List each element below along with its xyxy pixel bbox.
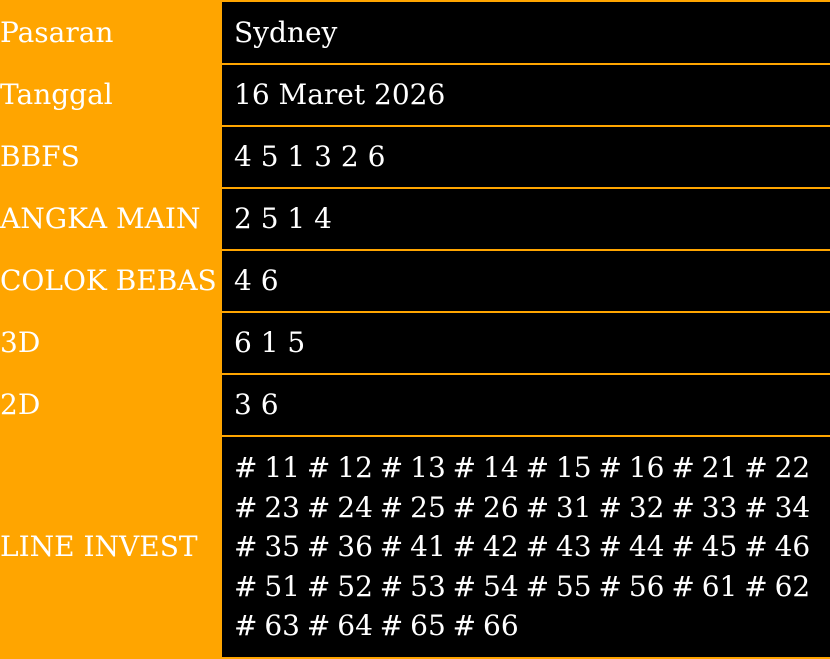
table-row-line-invest: LINE INVEST # 11 # 12 # 13 # 14 # 15 # 1… (0, 435, 830, 657)
value-line-invest: # 11 # 12 # 13 # 14 # 15 # 16 # 21 # 22 … (220, 435, 830, 657)
value-angka-main: 2 5 1 4 (220, 187, 830, 250)
table-row-2d: 2D 3 6 (0, 373, 830, 436)
label-2d: 2D (0, 374, 221, 436)
label-angka-main: ANGKA MAIN (0, 188, 221, 250)
value-bbfs: 4 5 1 3 2 6 (220, 125, 830, 188)
label-bbfs: BBFS (0, 126, 221, 188)
prediction-sheet: Pasaran Sydney Tanggal 16 Maret 2026 BBF… (0, 0, 830, 659)
table-row-colok-bebas: COLOK BEBAS 4 6 (0, 249, 830, 312)
label-line-invest: LINE INVEST (0, 436, 221, 657)
value-tanggal: 16 Maret 2026 (220, 63, 830, 126)
table-row-pasaran: Pasaran Sydney (0, 2, 830, 64)
value-colok-bebas: 4 6 (220, 249, 830, 312)
prediction-table: Pasaran Sydney Tanggal 16 Maret 2026 BBF… (0, 2, 830, 657)
label-tanggal: Tanggal (0, 64, 221, 126)
value-2d: 3 6 (220, 373, 830, 436)
value-pasaran: Sydney (220, 2, 830, 64)
label-3d: 3D (0, 312, 221, 374)
label-pasaran: Pasaran (0, 2, 221, 64)
label-colok-bebas: COLOK BEBAS (0, 250, 221, 312)
table-row-3d: 3D 6 1 5 (0, 311, 830, 374)
value-3d: 6 1 5 (220, 311, 830, 374)
table-row-angka-main: ANGKA MAIN 2 5 1 4 (0, 187, 830, 250)
table-row-bbfs: BBFS 4 5 1 3 2 6 (0, 125, 830, 188)
table-row-tanggal: Tanggal 16 Maret 2026 (0, 63, 830, 126)
